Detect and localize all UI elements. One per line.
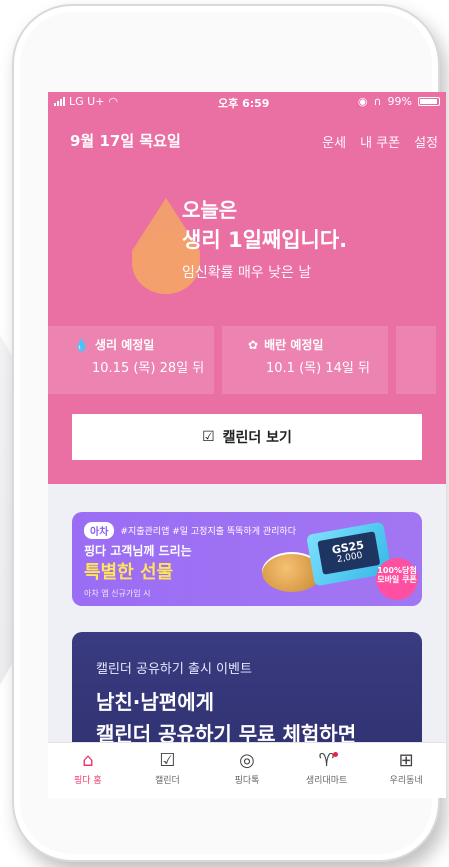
tab-neighborhood[interactable]: ⊞ 우리동네	[366, 743, 446, 798]
headset-icon: ∩	[373, 95, 382, 108]
event-headline-1: 남친·남편에게	[96, 690, 214, 714]
coupon-badge: 100%당첨 모바일 쿠폰	[376, 558, 418, 600]
tab-calendar[interactable]: ☑ 캘린더	[128, 743, 208, 798]
drop-icon: 💧	[74, 337, 89, 352]
today-panel: LG U+ ◠ 오후 6:59 ◉ ∩ 99% 9월 17일 목요일 운세 내 …	[48, 92, 446, 484]
view-calendar-button[interactable]: ☑ 캘린더 보기	[72, 414, 422, 460]
battery-icon	[418, 97, 440, 106]
lips-icon: ◎	[239, 750, 255, 771]
tab-calendar-label: 캘린더	[154, 776, 180, 786]
ovulation-card[interactable]: ✿ 배란 예정일 10.1 (목) 14일 뒤	[222, 326, 388, 394]
battery-percent: 99%	[387, 95, 412, 108]
ovulation-card-title: 배란 예정일	[264, 338, 324, 352]
fortune-link[interactable]: 운세	[322, 132, 346, 151]
coupons-link[interactable]: 내 쿠폰	[360, 132, 400, 151]
tab-mart[interactable]: ♈ 생리대마트	[287, 743, 367, 798]
tab-neighborhood-label: 우리동네	[389, 776, 423, 786]
phone-frame: LG U+ ◠ 오후 6:59 ◉ ∩ 99% 9월 17일 목요일 운세 내 …	[12, 4, 446, 862]
calendar-check-icon: ☑	[159, 750, 176, 771]
wifi-icon: ◠	[108, 95, 119, 108]
promo-line2: 특별한 선물	[84, 562, 174, 583]
home-icon: ⌂	[82, 750, 94, 771]
period-card[interactable]: 💧 생리 예정일 10.15 (목) 28일 뒤	[48, 326, 214, 394]
tab-mart-label: 생리대마트	[305, 776, 348, 786]
bottom-tab-bar: ⌂ 핑다 홈 ☑ 캘린더 ◎ 핑다톡 ♈ 생리대마트 ⊞ 우리동네	[48, 742, 446, 798]
tab-talk-label: 핑다톡	[234, 776, 260, 786]
period-card-value: 10.15 (목) 28일 뒤	[92, 361, 205, 376]
promo-line3: 아차 앱 신규가입 시	[84, 589, 151, 598]
new-badge-dot	[332, 752, 338, 757]
promo-pill: 아차	[84, 522, 115, 539]
tab-talk[interactable]: ◎ 핑다톡	[207, 743, 287, 798]
app-screen: LG U+ ◠ 오후 6:59 ◉ ∩ 99% 9월 17일 목요일 운세 내 …	[48, 92, 446, 798]
pregnancy-chance: 임신확률 매우 낮은 날	[182, 265, 312, 281]
date-label: 9월 17일 목요일	[70, 132, 181, 150]
prediction-cards: 💧 생리 예정일 10.15 (목) 28일 뒤 ✿ 배란 예정일 10.1 (목)…	[48, 326, 446, 394]
promo-tagline: #지출관리앱 #일 고정지출 똑똑하게 관리하다	[120, 527, 296, 537]
today-status: 생리 1일째입니다.	[182, 228, 348, 252]
map-pin-icon: ⊞	[398, 750, 414, 771]
period-card-title: 생리 예정일	[94, 338, 155, 352]
settings-link[interactable]: 설정	[414, 132, 438, 151]
promo-banner[interactable]: 아차 #지출관리앱 #일 고정지출 똑똑하게 관리하다 핑다 고객님께 드리는 …	[72, 512, 422, 606]
alarm-icon: ◉	[357, 95, 368, 108]
ovulation-card-value: 10.1 (목) 14일 뒤	[266, 361, 370, 376]
calendar-check-icon: ☑	[202, 429, 215, 445]
next-card-peek[interactable]	[396, 326, 436, 394]
status-time: 오후 6:59	[218, 97, 270, 110]
header-links: 운세 내 쿠폰 설정	[322, 132, 438, 151]
event-caption: 캘린더 공유하기 출시 이벤트	[96, 662, 252, 677]
view-calendar-label: 캘린더 보기	[222, 430, 292, 446]
signal-icon	[54, 97, 65, 106]
today-title: 오늘은	[182, 198, 238, 222]
tab-home-label: 핑다 홈	[73, 776, 102, 786]
status-bar: LG U+ ◠ 오후 6:59 ◉ ∩ 99%	[48, 92, 446, 112]
flower-icon: ✿	[248, 337, 259, 352]
promo-line1: 핑다 고객님께 드리는	[84, 544, 192, 558]
carrier-label: LG U+	[69, 95, 105, 108]
tab-home[interactable]: ⌂ 핑다 홈	[48, 743, 128, 798]
